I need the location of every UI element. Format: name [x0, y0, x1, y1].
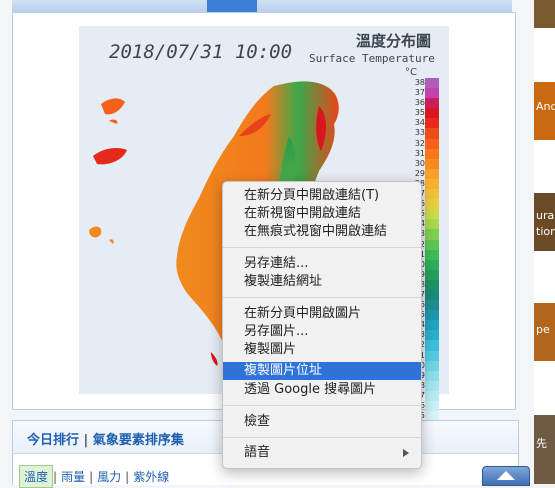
menu-copy-link-address[interactable]: 複製連結網址: [223, 273, 421, 291]
legend-swatch: [425, 128, 439, 139]
legend-swatch: [425, 108, 439, 119]
menu-inspect[interactable]: 檢查: [223, 413, 421, 431]
legend-swatch: [425, 148, 439, 159]
legend-swatch: [425, 219, 439, 230]
menu-open-link-new-tab[interactable]: 在新分頁中開啟連結(T): [223, 187, 421, 205]
map-title-cn: 溫度分布圖: [356, 32, 432, 50]
menu-speech[interactable]: 語音: [223, 444, 421, 462]
legend-tick-label: 31: [414, 148, 425, 158]
menu-separator: [223, 437, 421, 438]
arrow-up-icon: [497, 471, 515, 480]
menu-search-google-image[interactable]: 透過 Google 搜尋圖片: [223, 381, 421, 399]
matsu-islands: [101, 98, 125, 124]
legend-swatch: [425, 380, 439, 391]
legend-swatch: [425, 401, 439, 412]
menu-open-link-new-window[interactable]: 在新視窗中開啟連結: [223, 205, 421, 223]
legend-unit: °C: [405, 67, 417, 78]
ranking-title: 今日排行 | 氣象要素排序集: [27, 429, 184, 448]
back-to-top-button[interactable]: [482, 466, 530, 486]
legend-swatch: [425, 259, 439, 270]
sidebar-thumb-4[interactable]: pe: [534, 303, 555, 361]
legend-swatch: [425, 350, 439, 361]
legend-swatch: [425, 158, 439, 169]
legend-tick-label: 32: [414, 138, 425, 148]
legend-swatch: [425, 249, 439, 260]
submenu-arrow-icon: [403, 449, 409, 457]
title-divider: |: [83, 433, 89, 448]
legend-swatch: [425, 209, 439, 220]
legend-swatch: [425, 189, 439, 200]
legend-swatch: [425, 300, 439, 311]
today-ranking-link[interactable]: 今日排行: [27, 433, 79, 448]
legend-swatch: [425, 320, 439, 331]
legend-tick-label: 34: [414, 118, 425, 128]
legend-tick-label: 38: [414, 78, 425, 87]
menu-copy-image[interactable]: 複製圖片: [223, 341, 421, 359]
menu-open-image-new-tab[interactable]: 在新分頁中開啟圖片: [223, 305, 421, 323]
menu-separator: [223, 297, 421, 298]
sidebar-thumb-1[interactable]: [534, 0, 555, 28]
penghu-islands: [89, 226, 114, 244]
legend-tick-label: 29: [414, 168, 425, 178]
legend-swatch: [425, 340, 439, 351]
menu-copy-image-address[interactable]: 複製圖片位址: [223, 362, 421, 380]
kinmen-island: [93, 148, 127, 165]
legend-swatch: [425, 118, 439, 129]
ranking-subtabs: 溫度 | 雨量 | 風力 | 紫外線: [19, 465, 173, 488]
sidebar-thumb-3[interactable]: ura tion: [534, 193, 555, 251]
tab-temperature-active[interactable]: [207, 0, 257, 12]
legend-swatch: [425, 138, 439, 149]
legend-swatch: [425, 239, 439, 250]
legend-tick-label: 30: [414, 158, 425, 168]
legend-swatch: [425, 88, 439, 99]
sidebar-thumb-5[interactable]: 先: [534, 415, 555, 484]
legend-swatch: [425, 390, 439, 401]
legend-tick-label: 36: [414, 98, 425, 108]
legend-swatch: [425, 360, 439, 371]
subtab-temperature[interactable]: 溫度: [19, 465, 54, 488]
menu-save-link-as[interactable]: 另存連結...: [223, 255, 421, 273]
menu-separator: [223, 405, 421, 406]
context-menu: 在新分頁中開啟連結(T) 在新視窗中開啟連結 在無痕式視窗中開啟連結 另存連結.…: [222, 181, 422, 469]
legend-swatch: [425, 168, 439, 179]
legend-swatch: [425, 178, 439, 190]
menu-save-image-as[interactable]: 另存圖片...: [223, 323, 421, 341]
legend-swatch: [425, 310, 439, 321]
legend-tick-label: 37: [414, 88, 425, 98]
legend-swatch: [425, 279, 439, 290]
legend-tick-label: 35: [414, 108, 425, 118]
legend-swatch: [425, 269, 439, 280]
menu-open-link-incognito[interactable]: 在無痕式視窗中開啟連結: [223, 223, 421, 241]
legend-swatch: [425, 330, 439, 341]
legend-swatch: [425, 289, 439, 301]
map-datetime: 2018/07/31 10:00: [109, 41, 293, 63]
map-title-en: Surface Temperature: [309, 52, 435, 65]
legend-swatch: [425, 98, 439, 109]
legend-tick-label: 33: [414, 128, 425, 138]
legend-swatch: [425, 229, 439, 240]
element-sort-link[interactable]: 氣象要素排序集: [93, 433, 184, 448]
legend-swatch: [425, 370, 439, 381]
sidebar-thumb-2[interactable]: And: [534, 82, 555, 140]
color-legend: [425, 78, 439, 462]
legend-swatch: [425, 199, 439, 210]
menu-separator: [223, 247, 421, 248]
legend-swatch: [425, 78, 439, 89]
